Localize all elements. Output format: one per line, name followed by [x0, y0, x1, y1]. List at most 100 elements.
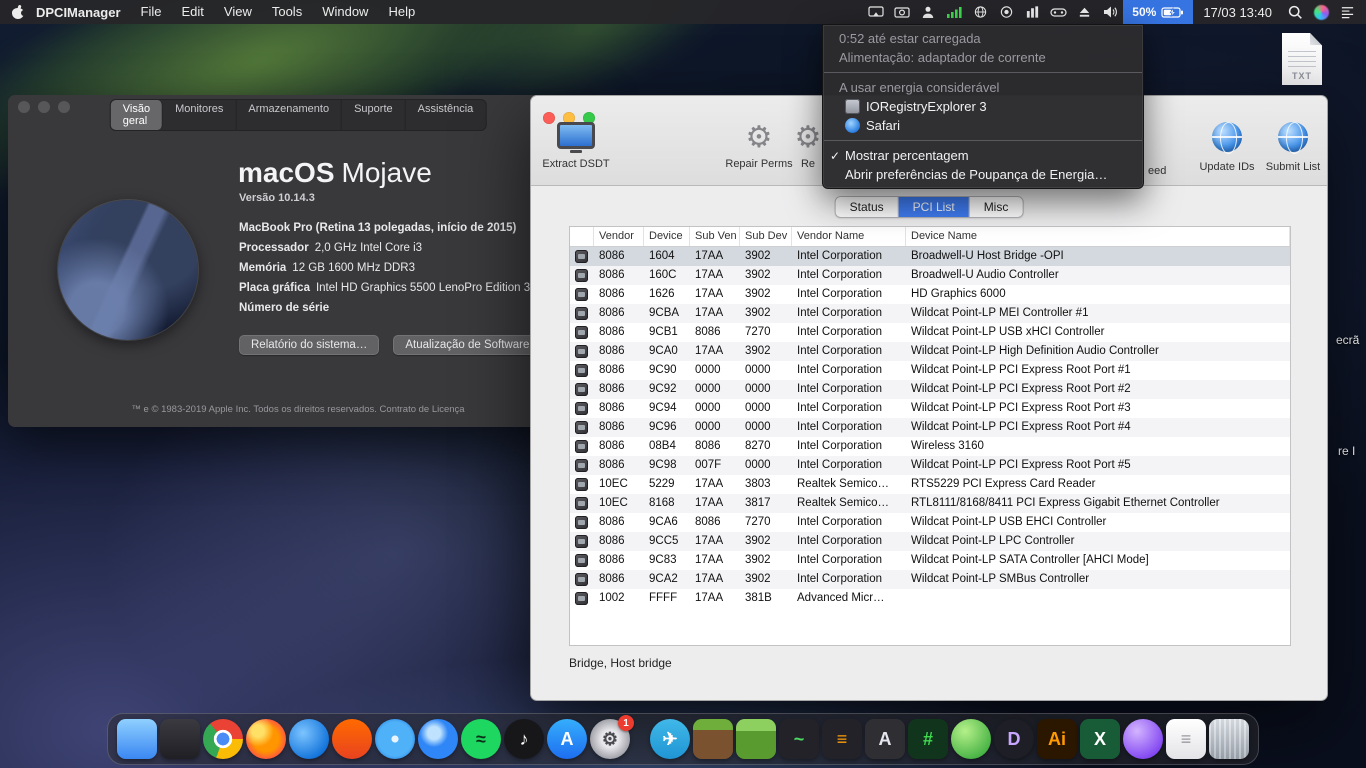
menu-bar-item[interactable]: Tools — [262, 0, 312, 24]
game-controller-icon[interactable] — [1045, 0, 1071, 24]
table-row[interactable]: 8086 9C94 0000 0000 Intel Corporation Wi… — [570, 399, 1290, 418]
battery-menu-item[interactable]: IORegistryExplorer 3 — [823, 97, 1143, 116]
table-row[interactable]: 1002 FFFF 17AA 381B Advanced Micr… — [570, 589, 1290, 608]
table-row[interactable]: 8086 9C92 0000 0000 Intel Corporation Wi… — [570, 380, 1290, 399]
dock-illustrator[interactable]: Ai — [1037, 719, 1077, 759]
dock-spotify[interactable]: ≈ — [461, 719, 501, 759]
about-tab[interactable]: Visão geral — [111, 100, 163, 130]
dock-finder[interactable] — [117, 719, 157, 759]
dock-trash[interactable] — [1209, 719, 1249, 759]
close-button[interactable] — [18, 101, 30, 113]
view-tab[interactable]: Status — [836, 197, 899, 217]
battery-menu-item[interactable]: ✓ Mostrar percentagem — [823, 146, 1143, 165]
toolbar-submit-list[interactable]: Submit List — [1258, 122, 1328, 173]
battery-menu-item[interactable] — [824, 72, 1142, 73]
menu-bar-item[interactable]: Edit — [171, 0, 213, 24]
screen-record-icon[interactable] — [993, 0, 1019, 24]
column-header-sub-ven[interactable]: Sub Ven — [690, 227, 740, 246]
column-header-sub-dev[interactable]: Sub Dev — [740, 227, 792, 246]
table-row[interactable]: 10EC 5229 17AA 3803 Realtek Semico… RTS5… — [570, 475, 1290, 494]
table-row[interactable]: 8086 9CBA 17AA 3902 Intel Corporation Wi… — [570, 304, 1290, 323]
dock-dark-photo-app[interactable] — [160, 719, 200, 759]
dock-scope-dark-1[interactable]: ~ — [779, 719, 819, 759]
about-tab[interactable]: Armazenamento — [236, 100, 342, 130]
column-header-vendor[interactable]: Vendor — [594, 227, 644, 246]
dock-devdocs[interactable]: D — [994, 719, 1034, 759]
table-row[interactable]: 8086 08B4 8086 8270 Intel Corporation Wi… — [570, 437, 1290, 456]
table-row[interactable]: 8086 9CA6 8086 7270 Intel Corporation Wi… — [570, 513, 1290, 532]
battery-menu-item[interactable]: A usar energia considerável — [823, 78, 1143, 97]
view-tab[interactable]: Misc — [970, 197, 1023, 217]
dock-scope-dark-2[interactable]: ≡ — [822, 719, 862, 759]
dock-circuit-board[interactable]: # — [908, 719, 948, 759]
table-row[interactable]: 8086 9C96 0000 0000 Intel Corporation Wi… — [570, 418, 1290, 437]
dock-textedit[interactable]: ≡ — [1166, 719, 1206, 759]
notification-center-icon[interactable] — [1334, 0, 1360, 24]
dock-system-preferences[interactable]: ⚙ 1 — [590, 719, 630, 759]
display-mirroring-icon[interactable] — [863, 0, 889, 24]
table-row[interactable]: 8086 9C90 0000 0000 Intel Corporation Wi… — [570, 361, 1290, 380]
dock-telegram[interactable]: ✈ — [650, 719, 690, 759]
dock-spacer[interactable] — [633, 719, 647, 759]
battery-menu-item[interactable] — [824, 140, 1142, 141]
battery-menu-item[interactable]: Safari — [823, 116, 1143, 135]
app-menu-title[interactable]: DPCIManager — [34, 5, 131, 20]
dock-firefox[interactable] — [246, 719, 286, 759]
volume-icon[interactable] — [1097, 0, 1123, 24]
menu-bar-item[interactable]: File — [131, 0, 172, 24]
dock-green-orb[interactable] — [951, 719, 991, 759]
table-row[interactable]: 8086 1604 17AA 3902 Intel Corporation Br… — [570, 247, 1290, 266]
globe-icon[interactable] — [967, 0, 993, 24]
window-traffic-lights[interactable] — [18, 101, 70, 113]
column-header-vendor-name[interactable]: Vendor Name — [792, 227, 906, 246]
dock-dirt-cube[interactable] — [693, 719, 733, 759]
txt-file-icon[interactable]: TXT — [1282, 33, 1322, 85]
table-row[interactable]: 8086 9C83 17AA 3902 Intel Corporation Wi… — [570, 551, 1290, 570]
table-row[interactable]: 8086 9CB1 8086 7270 Intel Corporation Wi… — [570, 323, 1290, 342]
menu-bar-item[interactable]: View — [214, 0, 262, 24]
toolbar-update-ids[interactable]: Update IDs — [1192, 122, 1262, 173]
about-tab[interactable]: Suporte — [342, 100, 406, 130]
battery-menu-item[interactable]: Abrir preferências de Poupança de Energi… — [823, 165, 1143, 184]
dock-chrome[interactable] — [203, 719, 243, 759]
about-button[interactable]: Relatório do sistema… — [239, 335, 379, 355]
table-row[interactable]: 8086 1626 17AA 3902 Intel Corporation HD… — [570, 285, 1290, 304]
toolbar-extract-dsdt[interactable]: Extract DSDT — [541, 122, 611, 170]
menu-bar-clock[interactable]: 17/03 13:40 — [1193, 5, 1282, 20]
table-row[interactable]: 8086 9CC5 17AA 3902 Intel Corporation Wi… — [570, 532, 1290, 551]
dock-safari[interactable] — [375, 719, 415, 759]
signal-bars-icon[interactable] — [941, 0, 967, 24]
battery-status-item[interactable]: 50% — [1123, 0, 1193, 24]
column-header-device[interactable]: Device — [644, 227, 690, 246]
dock-app-store[interactable]: A — [547, 719, 587, 759]
table-row[interactable]: 8086 9CA2 17AA 3902 Intel Corporation Wi… — [570, 570, 1290, 589]
view-tab[interactable]: PCI List — [899, 197, 970, 217]
dock-thunderbird[interactable] — [289, 719, 329, 759]
table-row[interactable]: 8086 160C 17AA 3902 Intel Corporation Br… — [570, 266, 1290, 285]
pci-table-header[interactable]: Vendor Device Sub Ven Sub Dev Vendor Nam… — [570, 227, 1290, 247]
dock-chromium[interactable] — [418, 719, 458, 759]
dock-brave[interactable] — [332, 719, 372, 759]
user-icon[interactable] — [915, 0, 941, 24]
dock-grass-cube[interactable] — [736, 719, 776, 759]
camera-icon[interactable] — [889, 0, 915, 24]
about-tab[interactable]: Monitores — [163, 100, 236, 130]
about-button[interactable]: Atualização de Software… — [393, 335, 553, 355]
spotlight-icon[interactable] — [1282, 0, 1308, 24]
about-tab[interactable]: Assistência — [406, 100, 486, 130]
zoom-button[interactable] — [58, 101, 70, 113]
menu-bar-item[interactable]: Help — [378, 0, 425, 24]
desktop-file-label-partial-2[interactable]: re I — [1338, 444, 1355, 458]
dock-xcode-dark[interactable]: A — [865, 719, 905, 759]
dock-purple-orb[interactable] — [1123, 719, 1163, 759]
columns-icon[interactable] — [1019, 0, 1045, 24]
battery-menu-item[interactable]: 0:52 até estar carregada — [823, 29, 1143, 48]
table-row[interactable]: 8086 9CA0 17AA 3902 Intel Corporation Wi… — [570, 342, 1290, 361]
dock-excel[interactable]: X — [1080, 719, 1120, 759]
battery-menu-item[interactable]: Alimentação: adaptador de corrente — [823, 48, 1143, 67]
menu-bar-item[interactable]: Window — [312, 0, 378, 24]
table-row[interactable]: 8086 9C98 007F 0000 Intel Corporation Wi… — [570, 456, 1290, 475]
column-header-device-name[interactable]: Device Name — [906, 227, 1290, 246]
minimize-button[interactable] — [38, 101, 50, 113]
desktop-file-label-partial-1[interactable]: ecrã — [1336, 333, 1359, 347]
